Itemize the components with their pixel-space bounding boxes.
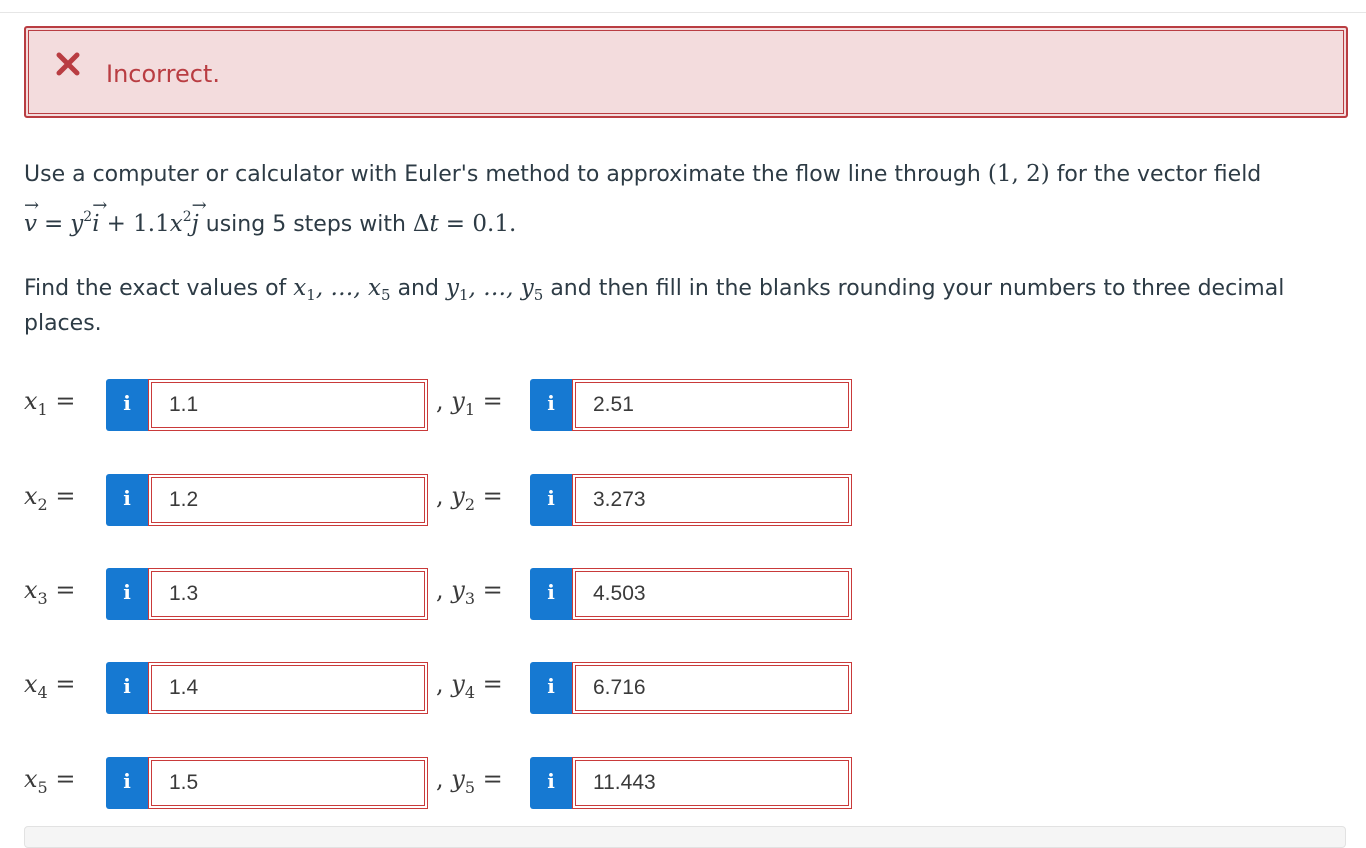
info-icon: i xyxy=(547,486,555,510)
y-label: , y1 = xyxy=(436,387,503,419)
i-vector: → i xyxy=(92,195,108,237)
info-icon: i xyxy=(123,486,131,510)
instructions-intro: Find the exact values of xyxy=(24,276,287,301)
instructions: Find the exact values of x1, …, x5 and y… xyxy=(24,271,1284,312)
delta-value: = 0.1. xyxy=(445,211,517,237)
x-var: x xyxy=(169,211,183,237)
equals-sign: = xyxy=(44,211,64,237)
y-label: , y2 = xyxy=(436,482,503,514)
v-vector: → v xyxy=(24,195,40,237)
x-info-button[interactable]: i xyxy=(106,474,148,526)
y-answer-field[interactable]: 3.273 xyxy=(572,474,852,526)
info-icon: i xyxy=(547,769,555,793)
x-label: x5 = xyxy=(24,765,76,797)
y-label: , y3 = xyxy=(436,576,503,608)
exponent: 2 xyxy=(83,209,93,225)
vector-field-equation: → v = y2 → i + 1.1x2 → j using 5 steps with Δ… xyxy=(24,195,517,242)
y-answer-field[interactable]: 2.51 xyxy=(572,379,852,431)
answer-row: x1 = i 1.1, y1 = i 2.51 xyxy=(0,379,1366,433)
info-icon: i xyxy=(547,391,555,415)
info-icon: i xyxy=(123,580,131,604)
answer-row: x5 = i 1.5, y5 = i 11.443 xyxy=(0,757,1366,811)
info-icon: i xyxy=(123,674,131,698)
steps-text: using 5 steps with xyxy=(205,212,406,237)
y-label: , y5 = xyxy=(436,765,503,797)
y-info-button[interactable]: i xyxy=(530,662,572,714)
flow-point: (1, 2) xyxy=(987,161,1050,187)
and-word: and xyxy=(397,276,439,301)
y-label: , y4 = xyxy=(436,670,503,702)
info-icon: i xyxy=(123,391,131,415)
info-icon: i xyxy=(547,674,555,698)
instructions-tail-2: places. xyxy=(24,311,102,336)
j-vector: → j xyxy=(191,195,207,237)
x-label: x1 = xyxy=(24,387,76,419)
incorrect-alert: Incorrect. xyxy=(24,26,1348,118)
x-answer-field[interactable]: 1.4 xyxy=(148,662,428,714)
x-info-button[interactable]: i xyxy=(106,662,148,714)
x-answer-field[interactable]: 1.5 xyxy=(148,757,428,809)
y-info-button[interactable]: i xyxy=(530,379,572,431)
exponent: 2 xyxy=(182,209,192,225)
info-icon: i xyxy=(547,580,555,604)
x-answer-field[interactable]: 1.2 xyxy=(148,474,428,526)
y-answer-field[interactable]: 4.503 xyxy=(572,568,852,620)
t-var: t xyxy=(429,211,439,237)
plus-coefficient: + 1.1 xyxy=(106,211,170,237)
x-label: x4 = xyxy=(24,670,76,702)
y-answer-field[interactable]: 11.443 xyxy=(572,757,852,809)
answer-row: x4 = i 1.4, y4 = i 6.716 xyxy=(0,662,1366,716)
x-label: x2 = xyxy=(24,482,76,514)
x-sequence: x1, …, x5 xyxy=(293,275,391,304)
problem-line1-tail: for the vector field xyxy=(1056,162,1262,187)
answer-row: x3 = i 1.3, y3 = i 4.503 xyxy=(0,568,1366,622)
y-info-button[interactable]: i xyxy=(530,757,572,809)
x-info-button[interactable]: i xyxy=(106,757,148,809)
x-answer-field[interactable]: 1.3 xyxy=(148,568,428,620)
problem-statement: Use a computer or calculator with Euler'… xyxy=(24,157,1261,192)
top-divider xyxy=(0,12,1366,13)
close-icon xyxy=(56,52,80,76)
y-sequence: y1, …, y5 xyxy=(445,275,544,304)
x-info-button[interactable]: i xyxy=(106,379,148,431)
y-answer-field[interactable]: 6.716 xyxy=(572,662,852,714)
bottom-panel xyxy=(24,826,1346,848)
y-var: y xyxy=(70,211,84,237)
y-info-button[interactable]: i xyxy=(530,474,572,526)
problem-line1: Use a computer or calculator with Euler'… xyxy=(24,162,981,187)
instructions-tail: and then fill in the blanks rounding you… xyxy=(550,276,1285,301)
info-icon: i xyxy=(123,769,131,793)
x-answer-field[interactable]: 1.1 xyxy=(148,379,428,431)
answer-row: x2 = i 1.2, y2 = i 3.273 xyxy=(0,474,1366,528)
alert-message: Incorrect. xyxy=(106,60,220,88)
y-info-button[interactable]: i xyxy=(530,568,572,620)
x-label: x3 = xyxy=(24,576,76,608)
delta-symbol: Δ xyxy=(412,211,430,237)
x-info-button[interactable]: i xyxy=(106,568,148,620)
